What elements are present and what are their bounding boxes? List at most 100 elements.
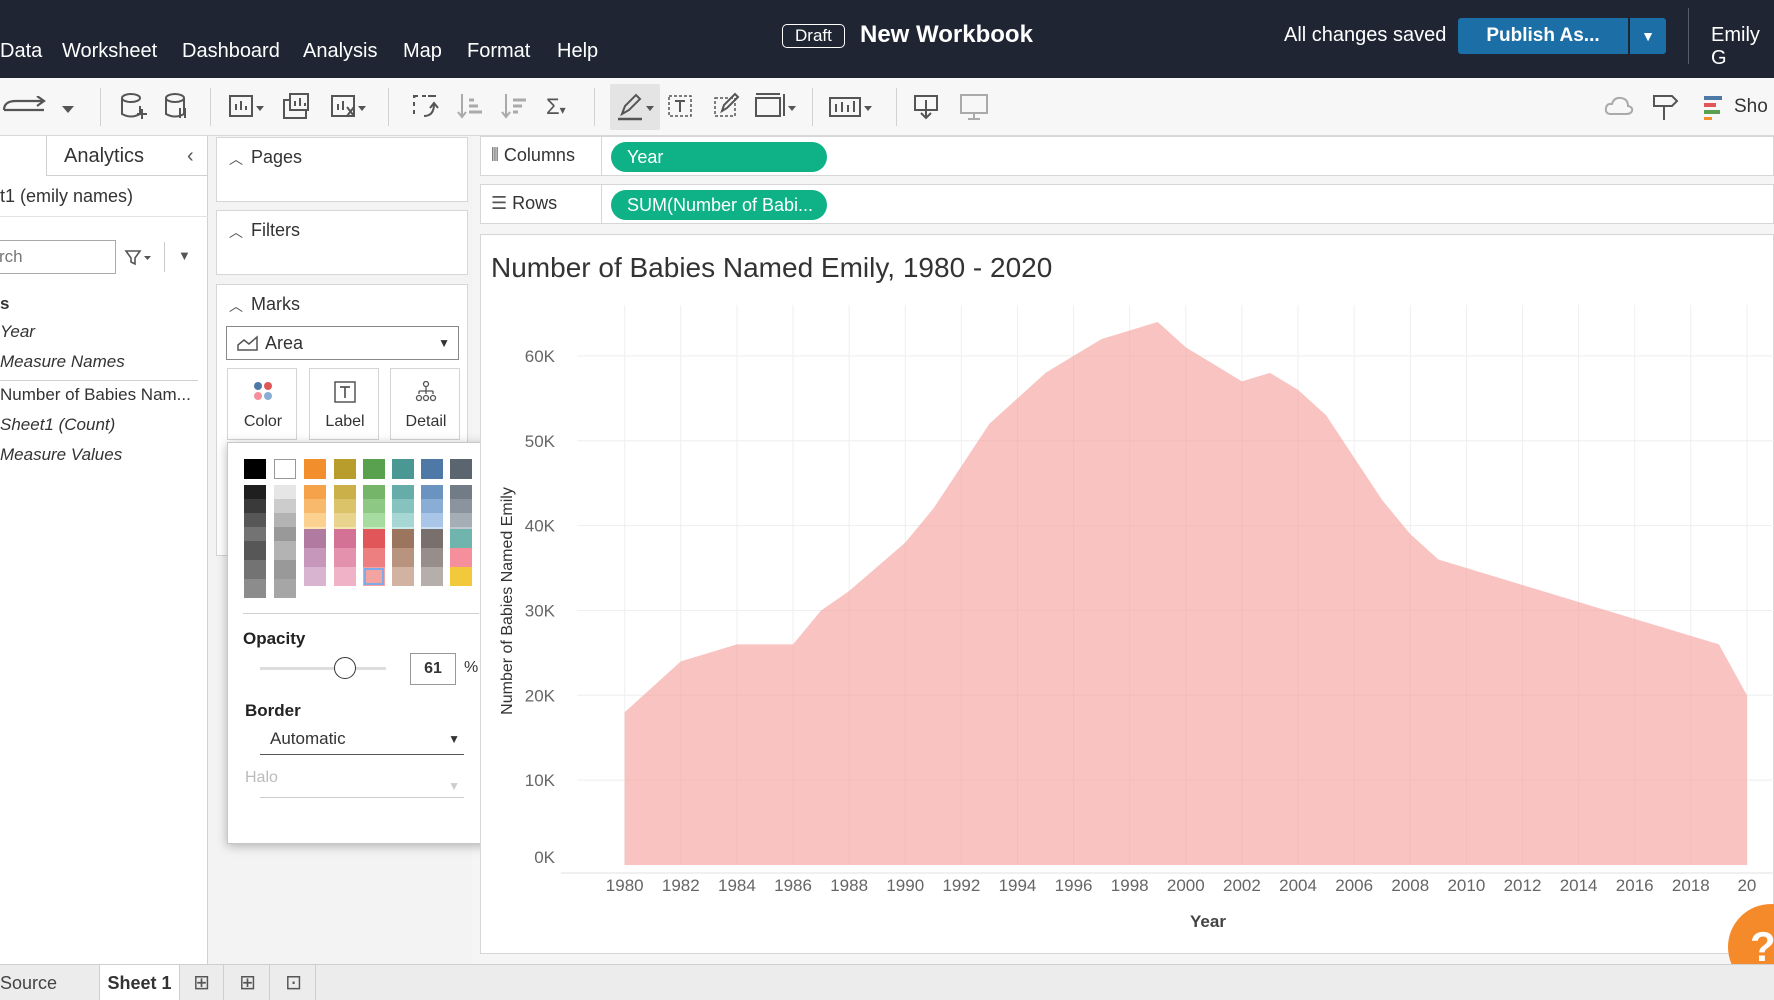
datasource-tab[interactable]: Source [0,965,100,1000]
color-swatch[interactable] [392,529,414,548]
color-swatch[interactable] [421,529,443,548]
color-swatch[interactable] [392,459,414,479]
label-button[interactable]: Label [309,368,379,440]
color-swatch[interactable] [244,527,266,541]
color-swatch[interactable] [450,548,472,567]
duplicate-sheet-icon[interactable] [282,92,312,122]
color-swatch[interactable] [334,513,356,527]
menu-worksheet[interactable]: Worksheet [62,40,157,63]
presentation-mode-icon[interactable] [958,92,992,122]
color-swatch[interactable] [450,485,472,499]
color-swatch[interactable] [421,548,443,567]
sheet-tab-active[interactable]: Sheet 1 [100,965,180,1000]
color-swatch[interactable] [274,541,296,560]
color-swatch[interactable] [244,499,266,513]
color-swatch[interactable] [274,485,296,499]
color-swatch[interactable] [421,513,443,527]
fit-view-icon[interactable] [754,92,798,122]
tab-analytics[interactable]: Analytics ‹ [46,136,208,176]
user-menu[interactable]: Emily G [1711,24,1774,70]
color-swatch[interactable] [363,459,385,479]
color-swatch[interactable] [244,513,266,527]
show-cards-icon[interactable] [828,92,876,122]
clear-sheet-icon[interactable] [330,92,370,122]
color-swatch[interactable] [450,567,472,586]
color-swatch[interactable] [392,548,414,567]
menu-format[interactable]: Format [467,40,530,63]
filter-icon[interactable] [124,248,154,268]
color-swatch[interactable] [450,499,472,513]
filters-card[interactable]: ︿ Filters [216,210,468,275]
sort-descending-icon[interactable] [500,92,530,122]
menu-data[interactable]: Data [0,40,42,63]
publish-dropdown-button[interactable]: ▼ [1630,18,1666,54]
new-datasource-icon[interactable] [120,92,150,122]
color-swatch[interactable] [244,541,266,560]
new-worksheet-icon[interactable] [228,92,268,122]
redo-icon[interactable] [0,96,84,120]
color-swatch[interactable] [363,513,385,527]
color-swatch[interactable] [392,513,414,527]
cloud-icon[interactable] [1604,94,1634,120]
show-me-icon[interactable] [1702,94,1728,120]
color-swatch[interactable] [421,485,443,499]
color-swatch[interactable] [363,499,385,513]
color-swatch[interactable] [334,485,356,499]
new-dashboard-tab-icon[interactable]: ⊞ [226,965,270,1000]
menu-map[interactable]: Map [403,40,442,63]
color-swatch[interactable] [392,485,414,499]
color-swatch[interactable] [244,459,266,479]
color-swatch[interactable] [304,567,326,586]
field-measure-names[interactable]: Measure Names [0,352,125,372]
color-swatch[interactable] [363,485,385,499]
columns-pill-year[interactable]: Year [611,142,827,172]
mark-type-select[interactable]: Area ▼ [226,326,459,360]
color-swatch[interactable] [274,499,296,513]
sign-post-icon[interactable] [1650,92,1680,122]
workbook-title[interactable]: New Workbook [860,21,1033,49]
border-select[interactable]: Automatic ▼ [260,727,464,755]
color-swatch[interactable] [304,499,326,513]
color-swatch[interactable] [363,548,385,567]
opacity-input[interactable]: 61 [410,653,456,685]
color-swatch[interactable] [274,459,296,479]
color-swatch[interactable] [334,567,356,586]
annotate-icon[interactable] [712,92,742,122]
color-swatch[interactable] [334,499,356,513]
publish-button[interactable]: Publish As... [1458,18,1628,54]
field-year[interactable]: Year [0,322,35,342]
chevron-up-icon[interactable]: ︿ [229,296,243,316]
chevron-up-icon[interactable]: ︿ [229,222,243,242]
color-swatch[interactable] [244,485,266,499]
highlight-pen-icon[interactable] [616,92,656,122]
search-input[interactable]: rch [0,240,116,274]
detail-button[interactable]: Detail [390,368,460,440]
new-worksheet-tab-icon[interactable]: ⊞ [180,965,224,1000]
color-swatch[interactable] [244,560,266,579]
rows-pill-sum[interactable]: SUM(Number of Babi... [611,190,827,220]
show-labels-icon[interactable] [666,92,696,122]
color-swatch[interactable] [244,579,266,598]
color-swatch[interactable] [304,529,326,548]
color-swatch[interactable] [274,527,296,541]
collapse-pane-icon[interactable]: ‹ [187,136,194,176]
new-story-tab-icon[interactable]: ⊡ [272,965,316,1000]
menu-dashboard[interactable]: Dashboard [182,40,280,63]
datasource-name[interactable]: t1 (emily names) [0,186,133,207]
rows-shelf[interactable]: ☰ Rows SUM(Number of Babi... [480,184,1774,224]
view-menu-icon[interactable]: ▼ [178,248,191,263]
opacity-slider-thumb[interactable] [334,657,356,679]
color-swatch[interactable] [392,499,414,513]
sort-ascending-icon[interactable] [456,92,486,122]
color-swatch[interactable] [450,459,472,479]
field-sheet1-count[interactable]: Sheet1 (Count) [0,415,115,435]
color-swatch[interactable] [304,513,326,527]
color-swatch[interactable] [304,548,326,567]
color-swatch[interactable] [363,529,385,548]
color-swatch[interactable] [274,513,296,527]
pause-updates-icon[interactable] [164,92,194,122]
menu-help[interactable]: Help [557,40,598,63]
menu-analysis[interactable]: Analysis [303,40,377,63]
chevron-up-icon[interactable]: ︿ [229,149,243,169]
area-chart[interactable]: 0K 10K 20K 30K 40K 50K 60K 1980 1982 1984 1986 1988… [481,235,1774,955]
